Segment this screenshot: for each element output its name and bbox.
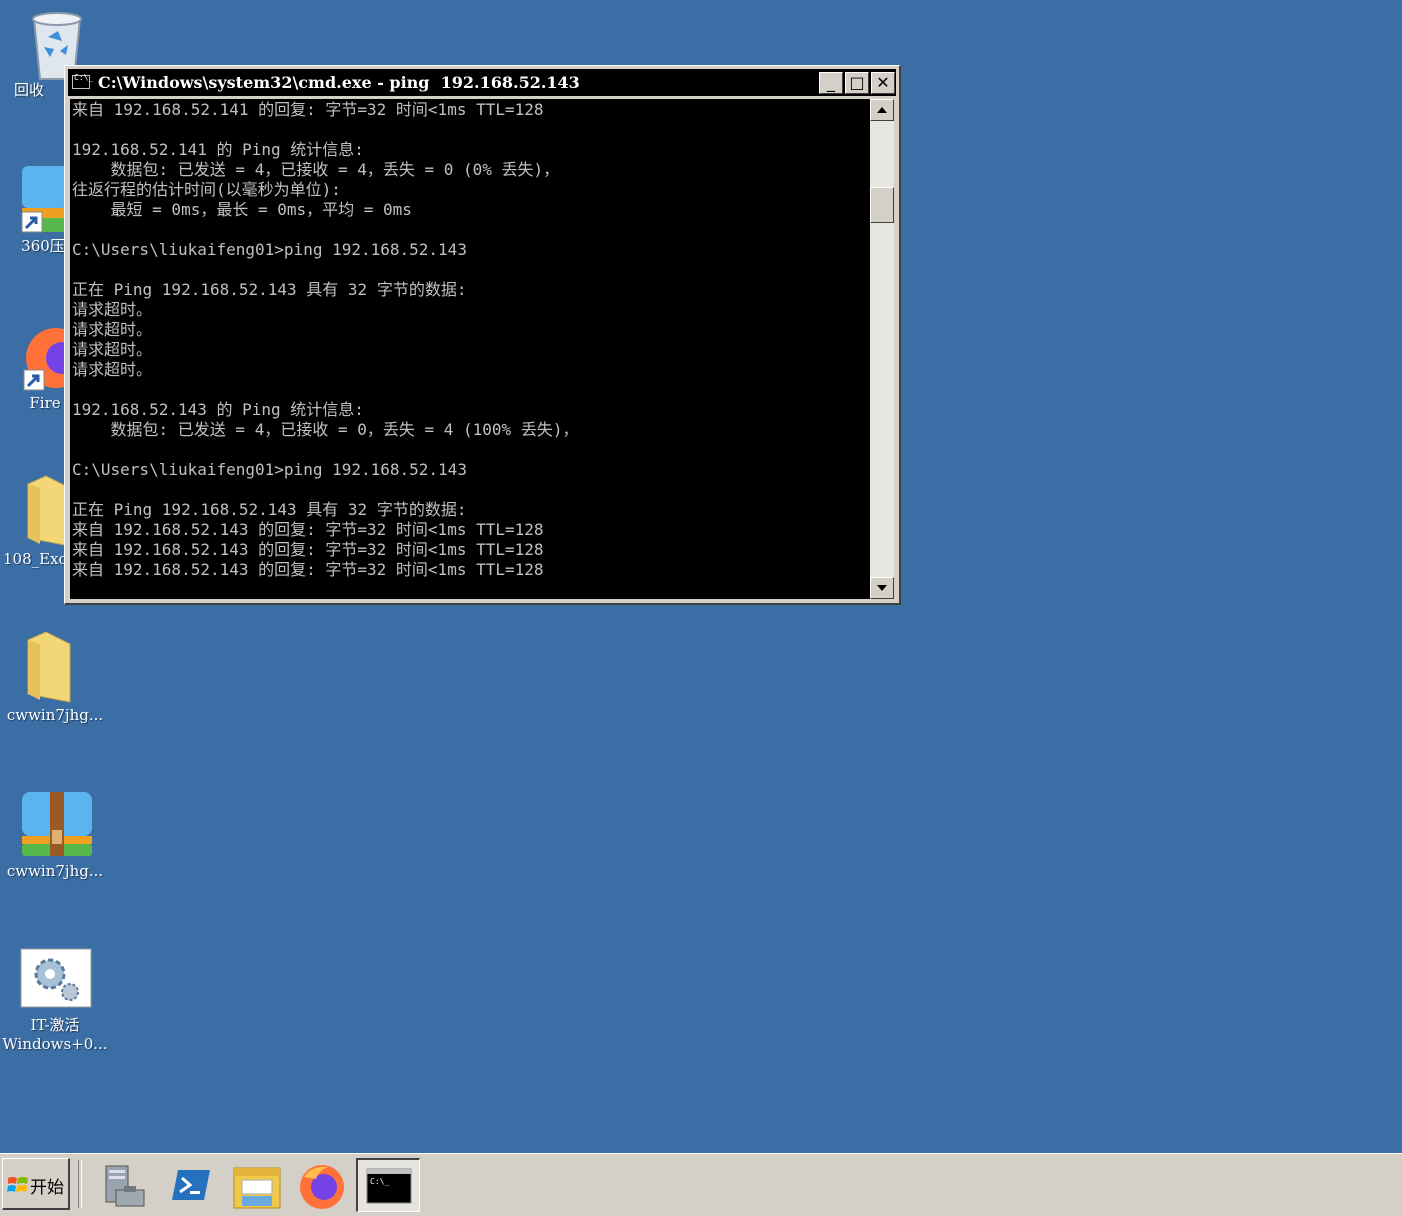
scroll-up-button[interactable]	[870, 99, 894, 121]
desktop-icon-folder-cwwin7[interactable]: cwwin7jhg...	[0, 626, 110, 726]
maximize-icon: □	[849, 73, 865, 92]
taskbar-server-manager[interactable]	[94, 1158, 154, 1212]
console-line: 请求超时。	[72, 340, 153, 359]
taskbar-explorer[interactable]	[226, 1158, 286, 1212]
desktop-icon-label: IT-激活 Windows+0...	[2, 1016, 108, 1053]
cmd-app-icon[interactable]: C:\_	[72, 73, 93, 89]
scrollbar-thumb[interactable]	[870, 187, 894, 223]
360zip-archive-icon	[22, 792, 92, 856]
windows-logo-icon	[7, 1177, 28, 1192]
server-manager-icon	[105, 1165, 145, 1207]
console-line: 请求超时。	[72, 300, 153, 319]
arrow-down-icon	[877, 585, 887, 591]
close-icon: ✕	[876, 73, 890, 92]
explorer-icon	[233, 1167, 281, 1209]
firefox-shortcut-icon	[23, 328, 70, 391]
console-line: 来自 192.168.52.143 的回复: 字节=32 时间<1ms TTL=…	[72, 560, 544, 579]
console-line: 请求超时。	[72, 360, 153, 379]
taskbar-powershell[interactable]	[160, 1158, 220, 1212]
maximize-button[interactable]: □	[845, 72, 869, 94]
desktop-icon-label: cwwin7jhg...	[6, 706, 104, 724]
360zip-shortcut-icon	[21, 166, 68, 233]
console-output[interactable]: 来自 192.168.52.141 的回复: 字节=32 时间<1ms TTL=…	[70, 99, 870, 599]
console-line: 最短 = 0ms，最长 = 0ms，平均 = 0ms	[72, 200, 412, 219]
desktop-icon-label: cwwin7jhg...	[6, 862, 104, 880]
minimize-button[interactable]: _	[819, 72, 843, 94]
console-line: 正在 Ping 192.168.52.143 具有 32 字节的数据:	[72, 500, 467, 519]
arrow-up-icon	[877, 107, 887, 113]
console-line: 正在 Ping 192.168.52.143 具有 32 字节的数据:	[72, 280, 467, 299]
minimize-icon: _	[827, 73, 835, 92]
console-line: 请求超时。	[72, 320, 153, 339]
taskbar-separator	[78, 1160, 82, 1208]
console-line: 192.168.52.141 的 Ping 统计信息:	[72, 140, 364, 159]
close-button[interactable]: ✕	[871, 72, 895, 94]
start-label: 开始	[30, 1178, 64, 1198]
console-line: 来自 192.168.52.141 的回复: 字节=32 时间<1ms TTL=…	[72, 100, 544, 119]
console-line: 往返行程的估计时间(以毫秒为单位):	[72, 180, 341, 199]
start-button[interactable]: 开始	[2, 1158, 70, 1210]
title-bar[interactable]: C:\_ C:\Windows\system32\cmd.exe - ping …	[68, 69, 896, 96]
console-line: C:\Users\liukaifeng01>ping 192.168.52.14…	[72, 240, 467, 259]
scroll-down-button[interactable]	[870, 577, 894, 599]
folder-icon	[27, 631, 71, 703]
console-line: C:\Users\liukaifeng01>ping 192.168.52.14…	[72, 460, 467, 479]
taskbar-firefox[interactable]	[292, 1158, 352, 1212]
desktop-icon-zip-cwwin7[interactable]: cwwin7jhg...	[0, 786, 110, 886]
window-title: C:\Windows\system32\cmd.exe - ping 192.1…	[98, 73, 580, 92]
console-line: 来自 192.168.52.143 的回复: 字节=32 时间<1ms TTL=…	[72, 540, 544, 559]
taskbar: 开始 C:\_	[0, 1153, 1402, 1216]
firefox-icon	[300, 1165, 344, 1209]
console-line: 192.168.52.143 的 Ping 统计信息:	[72, 400, 364, 419]
console-line: 数据包: 已发送 = 4，已接收 = 4，丢失 = 0 (0% 丢失)，	[72, 160, 560, 179]
gear-config-icon	[20, 948, 92, 1008]
console-text: 来自 192.168.52.141 的回复: 字节=32 时间<1ms TTL=…	[70, 99, 870, 580]
svg-text:C:\_: C:\_	[370, 1177, 389, 1186]
cmd-icon: C:\_	[366, 1168, 412, 1204]
console-line: 来自 192.168.52.143 的回复: 字节=32 时间<1ms TTL=…	[72, 520, 544, 539]
desktop-icon-it-activate[interactable]: IT-激活 Windows+0...	[0, 946, 110, 1056]
powershell-icon	[172, 1170, 210, 1200]
vertical-scrollbar[interactable]	[870, 99, 894, 599]
console-line: 数据包: 已发送 = 4，已接收 = 0，丢失 = 4 (100% 丢失)，	[72, 420, 579, 439]
taskbar-cmd[interactable]: C:\_	[356, 1158, 420, 1212]
cmd-window[interactable]: C:\_ C:\Windows\system32\cmd.exe - ping …	[64, 65, 901, 605]
